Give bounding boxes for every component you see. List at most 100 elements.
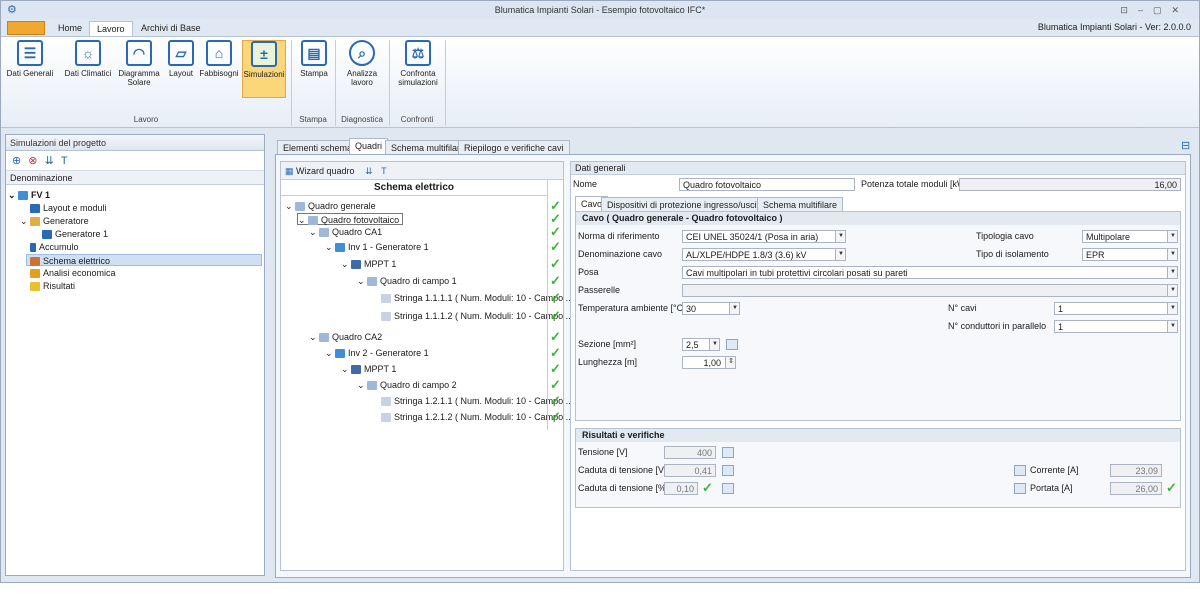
sezione-select[interactable]: 2,5 ▼ [682, 338, 720, 351]
chevron-down-icon[interactable]: ▼ [1167, 303, 1177, 314]
tree-item-generatore[interactable]: ⌄ Generatore [20, 215, 89, 227]
caduta-v-field: 0,41 [664, 464, 716, 477]
string-icon [381, 294, 391, 304]
tipologia-label: Tipologia cavo [976, 231, 1034, 241]
tree-node-quadro-campo1[interactable]: ⌄ Quadro di campo 1 [357, 275, 457, 287]
dati-generali-button[interactable]: ☰ Dati Generali [3, 40, 57, 78]
tab-archivi[interactable]: Archivi di Base [134, 21, 208, 37]
potenza-field: 16,00 [959, 178, 1181, 191]
check-icon: ✓ [550, 361, 561, 376]
dati-climatici-button[interactable]: ☼ Dati Climatici [63, 40, 113, 78]
dati-generali-header: Dati generali [571, 162, 1185, 175]
tree-node-mppt1-b[interactable]: ⌄ MPPT 1 [341, 363, 396, 375]
chevron-down-icon[interactable]: ▼ [835, 249, 845, 260]
tree-item-layout[interactable]: Layout e moduli [30, 202, 107, 214]
layout-toggle-icon[interactable]: ⊟ [1181, 139, 1190, 152]
delete-icon[interactable]: ⊗ [28, 155, 37, 167]
sort-icon[interactable]: ⇊ [365, 166, 373, 176]
stampa-button[interactable]: ▤ Stampa [297, 40, 331, 78]
spinner-icon[interactable]: ⇕ [725, 357, 735, 368]
calculator-icon[interactable] [1014, 465, 1026, 476]
chevron-down-icon[interactable]: ▼ [729, 303, 739, 314]
list-icon: ☰ [17, 40, 43, 66]
tree-item-generatore1[interactable]: Generatore 1 [42, 228, 108, 240]
calculator-icon[interactable] [722, 447, 734, 458]
filter-icon[interactable]: T [381, 166, 387, 176]
print-icon: ▤ [301, 40, 327, 66]
string-icon [381, 312, 391, 322]
corrente-field: 23,09 [1110, 464, 1162, 477]
tree-node-stringa-1112[interactable]: Stringa 1.1.1.2 ( Num. Moduli: 10 - Camp… [381, 310, 573, 322]
wizard-quadro-button[interactable]: Wizard quadro [296, 166, 355, 176]
inverter-icon [335, 243, 346, 253]
calculator-icon[interactable] [722, 465, 734, 476]
simulazioni-button[interactable]: ± Simulazioni [242, 40, 286, 98]
analizza-lavoro-button[interactable]: ⌕ Analizza lavoro [341, 40, 383, 87]
temperatura-select[interactable]: 30 ▼ [682, 302, 740, 315]
tab-riepilogo-cavi[interactable]: Riepilogo e verifiche cavi [458, 140, 570, 155]
tab-lavoro[interactable]: Lavoro [89, 21, 133, 37]
sort-icon[interactable]: ⇊ [45, 155, 54, 167]
app-icon: ⚙ [7, 4, 17, 16]
tree-node-stringa-1211[interactable]: Stringa 1.2.1.1 ( Num. Moduli: 10 - Camp… [381, 395, 573, 407]
panel-toolbar: ⊕ ⊗ ⇊ T [6, 151, 264, 171]
solar-diagram-icon: ◠ [126, 40, 152, 66]
norma-select[interactable]: CEI UNEL 35024/1 (Posa in aria) ▼ [682, 230, 846, 243]
ribbon: ☰ Dati Generali ☼ Dati Climatici ◠ Diagramm… [1, 36, 1199, 128]
ncavi-select[interactable]: 1 ▼ [1054, 302, 1178, 315]
fabbisogni-button[interactable]: ⌂ Fabbisogni [199, 40, 239, 78]
tree-item-fv1[interactable]: ⌄ FV 1 [8, 189, 50, 201]
tree-node-stringa-1212[interactable]: Stringa 1.2.1.2 ( Num. Moduli: 10 - Camp… [381, 411, 573, 423]
risultati-section: Risultati e verifiche Tensione [V] 400 C… [575, 428, 1181, 508]
ribbon-tabs: Home Lavoro Archivi di Base Blumatica Im… [1, 19, 1199, 37]
tree-node-quadro-ca2[interactable]: ⌄ Quadro CA2 [309, 331, 382, 343]
string-icon [381, 413, 391, 423]
tree-node-inv2[interactable]: ⌄ Inv 2 - Generatore 1 [325, 347, 429, 359]
tree-node-quadro-ca1[interactable]: ⌄ Quadro CA1 [309, 226, 382, 238]
window-controls[interactable]: ⊡–▢✕ [1120, 1, 1189, 19]
calculator-icon[interactable] [1014, 483, 1026, 494]
wizard-icon: ▦ [285, 166, 294, 176]
chevron-down-icon[interactable]: ▼ [1167, 231, 1177, 242]
group-label-confronti: Confronti [400, 115, 434, 124]
switchboard-icon [367, 381, 378, 391]
chevron-down-icon[interactable]: ▼ [1167, 249, 1177, 260]
tree-item-risultati[interactable]: Risultati [30, 280, 75, 292]
tree-node-quadro-campo2[interactable]: ⌄ Quadro di campo 2 [357, 379, 457, 391]
tree-node-inv1[interactable]: ⌄ Inv 1 - Generatore 1 [325, 241, 429, 253]
denom-select[interactable]: AL/XLPE/HDPE 1.8/3 (3.6) kV ▼ [682, 248, 846, 261]
window-title: Blumatica Impianti Solari - Esempio foto… [494, 5, 706, 15]
calculator-icon[interactable] [722, 483, 734, 494]
tree-item-accumulo[interactable]: Accumulo [30, 241, 79, 253]
file-menu-button[interactable] [7, 21, 45, 35]
tree-item-schema-elettrico[interactable]: Schema elettrico [26, 254, 262, 267]
confronta-simulazioni-button[interactable]: ⚖ Confronta simulazioni [395, 40, 441, 87]
calculator-icon[interactable] [726, 339, 738, 350]
add-icon[interactable]: ⊕ [12, 155, 21, 167]
posa-select[interactable]: Cavi multipolari in tubi protettivi circ… [682, 266, 1178, 279]
tree-node-mppt1[interactable]: ⌄ MPPT 1 [341, 258, 396, 270]
nome-field[interactable]: Quadro fotovoltaico [679, 178, 855, 191]
tree-node-quadro-generale[interactable]: ⌄ Quadro generale [285, 200, 376, 212]
tab-elementi-schema[interactable]: Elementi schema [277, 140, 359, 155]
tipologia-select[interactable]: Multipolare ▼ [1082, 230, 1178, 243]
tree-node-stringa-1111[interactable]: Stringa 1.1.1.1 ( Num. Moduli: 10 - Camp… [381, 292, 573, 304]
tree-item-analisi[interactable]: Analisi economica [30, 267, 116, 279]
diagramma-solare-button[interactable]: ◠ Diagramma Solare [117, 40, 161, 87]
chevron-down-icon[interactable]: ▼ [835, 231, 845, 242]
string-icon [381, 397, 391, 407]
tree-node-quadro-fotovoltaico[interactable]: ⌄ Quadro fotovoltaico [297, 213, 404, 226]
tab-schema-multifilare-det[interactable]: Schema multifilare [757, 197, 844, 212]
tab-home[interactable]: Home [51, 21, 89, 37]
chevron-down-icon[interactable]: ▼ [709, 339, 719, 350]
layout-button[interactable]: ▱ Layout [165, 40, 197, 78]
nconduttori-select[interactable]: 1 ▼ [1054, 320, 1178, 333]
chevron-down-icon[interactable]: ▼ [1167, 321, 1177, 332]
tab-quadri[interactable]: Quadri [349, 138, 389, 155]
lunghezza-input[interactable]: 1,00 ⇕ [682, 356, 736, 369]
chevron-down-icon[interactable]: ▼ [1167, 267, 1177, 278]
risultati-title: Risultati e verifiche [576, 429, 1180, 442]
filter-icon[interactable]: T [61, 155, 68, 167]
tab-dispositivi[interactable]: Dispositivi di protezione ingresso/uscit… [601, 197, 771, 212]
isolamento-select[interactable]: EPR ▼ [1082, 248, 1178, 261]
